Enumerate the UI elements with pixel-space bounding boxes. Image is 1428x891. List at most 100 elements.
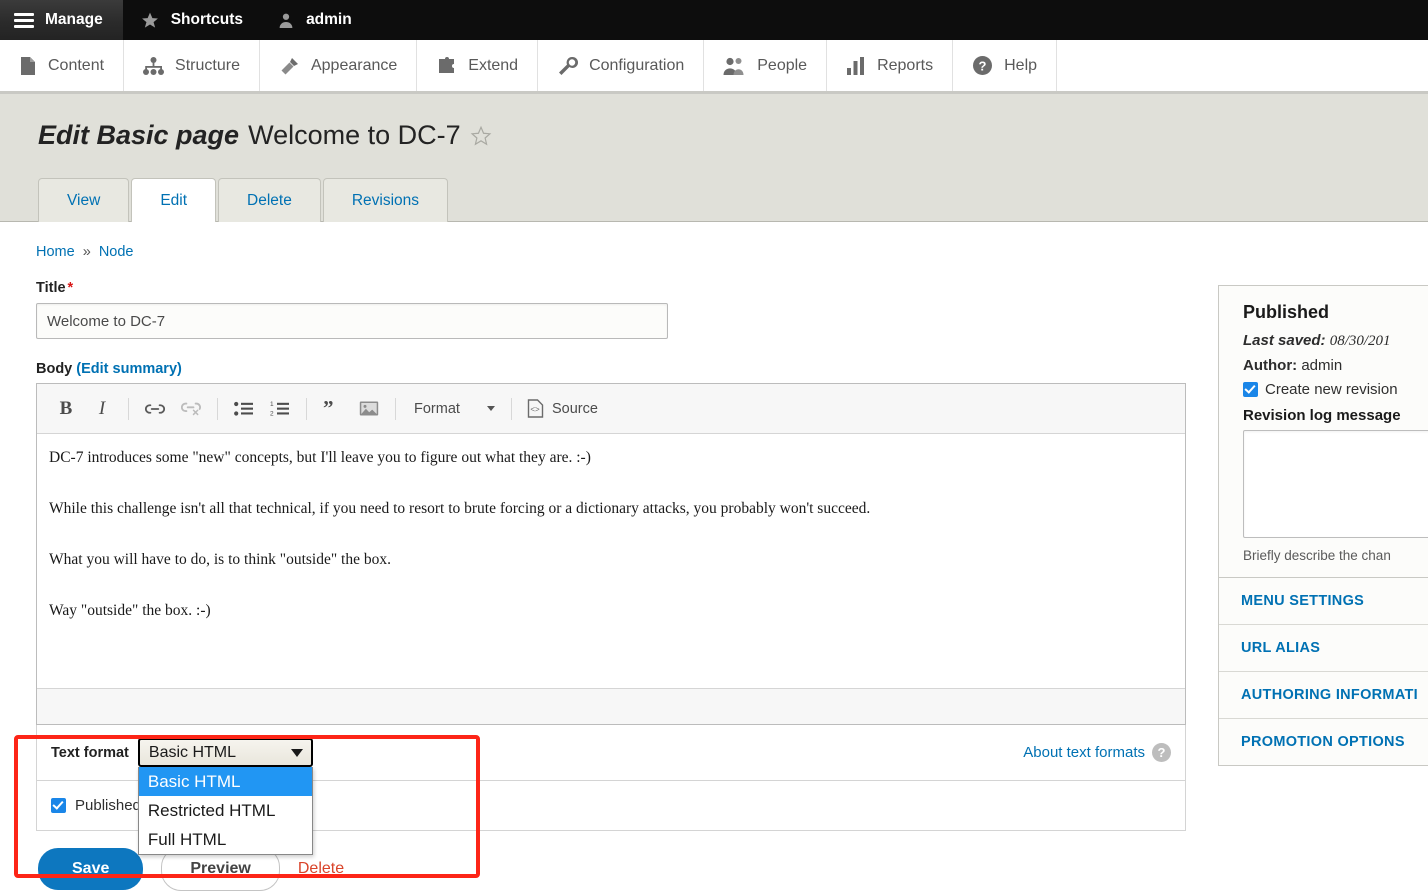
puzzle-icon (439, 56, 455, 73)
bulleted-list-icon[interactable] (227, 392, 261, 426)
toolbar-tab-account[interactable]: admin (260, 0, 369, 40)
sitemap-icon (143, 56, 165, 75)
hamburger-icon (14, 12, 34, 28)
text-format-dropdown-list: Basic HTML Restricted HTML Full HTML (137, 767, 313, 855)
tab-revisions[interactable]: Revisions (322, 178, 449, 222)
breadcrumb-separator: » (82, 244, 91, 260)
breadcrumb-home[interactable]: Home (36, 244, 75, 260)
text-format-group: Text format Basic HTML Basic HTML Restri… (51, 738, 313, 855)
sidebar: Published Last saved: 08/30/201 Author: … (1218, 285, 1428, 766)
menu-item-people[interactable]: People (704, 40, 828, 91)
main-column: Title* Body (Edit summary) B I (0, 260, 1196, 891)
toolbar-separator (306, 397, 307, 420)
toolbar-separator (395, 397, 396, 420)
format-dropdown-label: Format (414, 400, 460, 417)
ckeditor-body[interactable]: DC-7 introduces some "new" concepts, but… (37, 434, 1185, 688)
page-title-prefix: Edit Basic page (38, 120, 240, 150)
dropdown-option-restricted-html[interactable]: Restricted HTML (139, 796, 312, 825)
body-paragraph: While this challenge isn't all that tech… (49, 500, 871, 518)
admin-menu: Content Structure Appearance Extend Conf… (0, 40, 1428, 94)
format-dropdown[interactable]: Format (405, 393, 502, 425)
sidebar-item-authoring-information[interactable]: AUTHORING INFORMATI (1219, 672, 1428, 719)
revision-log-label: Revision log message (1243, 407, 1401, 424)
sidebar-item-menu-settings[interactable]: MENU SETTINGS (1219, 578, 1428, 625)
page-tabs: View Edit Delete Revisions (0, 177, 1428, 222)
breadcrumb-node[interactable]: Node (99, 244, 134, 260)
text-format-label: Text format (51, 744, 129, 761)
create-new-revision-checkbox[interactable] (1243, 382, 1258, 397)
text-format-row: Text format Basic HTML Basic HTML Restri… (36, 725, 1186, 855)
svg-text:<>: <> (530, 405, 540, 414)
wrench-icon (559, 56, 579, 75)
page-header: Edit Basic page Welcome to DC-7 View Edi… (0, 94, 1428, 222)
ckeditor-elements-path (37, 688, 1185, 724)
sidebar-item-promotion-options[interactable]: PROMOTION OPTIONS (1219, 719, 1428, 765)
admin-toolbar: Manage Shortcuts admin (0, 0, 1428, 40)
italic-icon[interactable]: I (85, 392, 119, 426)
menu-item-configuration[interactable]: Configuration (538, 40, 705, 91)
image-icon[interactable] (352, 392, 386, 426)
body-paragraph: DC-7 introduces some "new" concepts, but… (49, 449, 591, 466)
about-text-formats-link[interactable]: About text formats ? (1023, 743, 1171, 762)
author-value: admin (1301, 357, 1343, 374)
body-field-label: Body (Edit summary) (36, 361, 1196, 377)
menu-label: Appearance (310, 56, 398, 74)
menu-label: Configuration (589, 56, 685, 74)
toolbar-tab-manage[interactable]: Manage (0, 0, 123, 40)
published-checkbox[interactable] (51, 798, 66, 813)
paintbrush-icon (281, 57, 298, 74)
tab-view[interactable]: View (38, 178, 130, 222)
toolbar-manage-label: Manage (45, 11, 103, 28)
sidebar-accordion: MENU SETTINGS URL ALIAS AUTHORING INFORM… (1218, 578, 1428, 766)
menu-item-extend[interactable]: Extend (417, 40, 539, 91)
svg-text:”: ” (323, 401, 334, 417)
last-saved-label: Last saved: (1243, 332, 1326, 349)
delete-link[interactable]: Delete (298, 860, 344, 878)
blockquote-icon[interactable]: ” (316, 392, 350, 426)
tab-edit[interactable]: Edit (131, 178, 217, 222)
bar-chart-icon (847, 56, 865, 75)
save-button[interactable]: Save (38, 848, 144, 890)
ckeditor: B I 12 ” Format <> Source DC-7 introduce… (36, 383, 1186, 725)
dropdown-option-basic-html[interactable]: Basic HTML (138, 767, 312, 796)
menu-label: Help (1004, 56, 1038, 74)
body-paragraph: What you will have to do, is to think "o… (49, 551, 391, 569)
menu-label: Content (48, 56, 105, 74)
menu-label: Structure (175, 56, 240, 74)
body-label-text: Body (36, 361, 73, 377)
menu-item-structure[interactable]: Structure (124, 40, 260, 91)
unlink-icon[interactable] (174, 392, 208, 426)
required-marker: * (67, 280, 74, 296)
user-icon (279, 13, 293, 28)
menu-item-reports[interactable]: Reports (827, 40, 954, 91)
numbered-list-icon[interactable]: 12 (263, 392, 297, 426)
menu-label: People (757, 56, 808, 74)
body-paragraph: Way "outside" the box. :-) (49, 602, 211, 620)
revision-log-textarea[interactable] (1243, 430, 1428, 538)
menu-item-content[interactable]: Content (0, 40, 125, 91)
create-new-revision-label: Create new revision (1265, 381, 1398, 398)
page-title-name: Welcome to DC-7 (248, 120, 461, 150)
text-format-selected-value: Basic HTML (148, 743, 237, 761)
author-line: Author: admin (1243, 357, 1428, 374)
sidebar-item-url-alias[interactable]: URL ALIAS (1219, 625, 1428, 672)
star-outline-icon[interactable] (470, 125, 492, 147)
toolbar-account-label: admin (306, 11, 352, 28)
title-input[interactable] (36, 303, 668, 339)
toolbar-tab-shortcuts[interactable]: Shortcuts (123, 0, 260, 40)
title-field-label: Title * (36, 280, 1196, 296)
bold-icon[interactable]: B (49, 392, 83, 426)
create-new-revision-row: Create new revision (1243, 381, 1428, 398)
svg-text:?: ? (979, 59, 987, 74)
menu-item-help[interactable]: ? Help (953, 40, 1058, 91)
toolbar-shortcuts-label: Shortcuts (170, 11, 244, 28)
chevron-down-icon (487, 406, 495, 411)
tab-delete[interactable]: Delete (218, 178, 321, 222)
edit-summary-link[interactable]: (Edit summary) (76, 361, 182, 377)
text-format-select[interactable]: Basic HTML (137, 738, 313, 767)
link-icon[interactable] (138, 392, 172, 426)
dropdown-option-full-html[interactable]: Full HTML (139, 825, 312, 854)
menu-item-appearance[interactable]: Appearance (260, 40, 418, 91)
source-button[interactable]: <> Source (521, 399, 604, 418)
source-code-icon: <> (527, 399, 544, 418)
